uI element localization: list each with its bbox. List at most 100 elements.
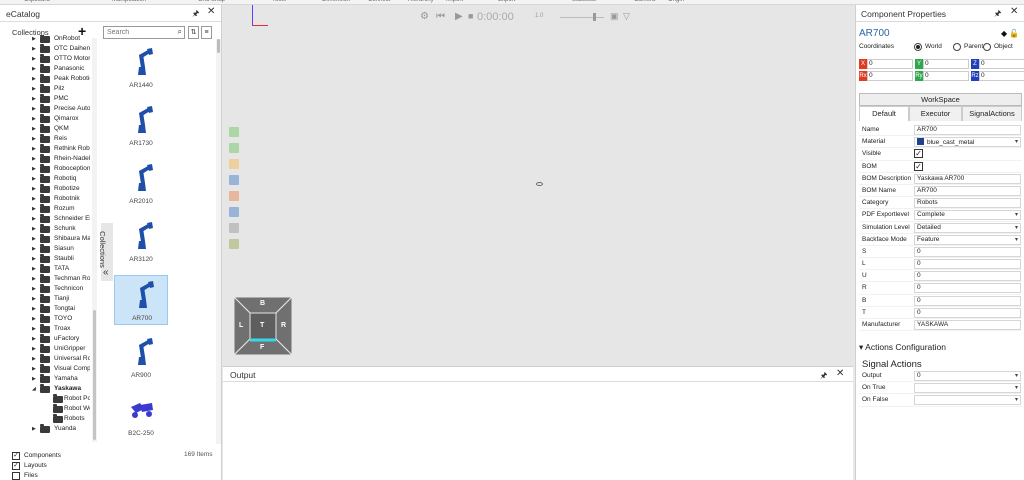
tree-item[interactable]: ▶ Precise Automation [0,104,92,115]
tree-item[interactable]: ▶ Robotize [0,184,92,195]
coord-field-rz[interactable]: Rz 0 [971,71,1024,81]
tree-item[interactable]: ▶ Siasun [0,244,92,255]
collapsed-arrow-icon[interactable]: ▶ [32,186,36,192]
collapsed-arrow-icon[interactable]: ▶ [32,36,36,42]
pin-icon[interactable]: 🖈 [994,8,1001,22]
property-value[interactable]: 0 [914,295,1021,306]
collapsed-arrow-icon[interactable]: ▶ [32,306,36,312]
property-value[interactable]: AR700 [914,125,1021,135]
property-value[interactable]: YASKAWA [914,320,1021,330]
collapsed-arrow-icon[interactable]: ▶ [32,66,36,72]
close-icon[interactable]: ✕ [1010,6,1018,17]
tree-item[interactable]: ▶ uFactory [0,334,92,345]
radio-button[interactable] [953,43,961,51]
collapsed-arrow-icon[interactable]: ▶ [32,206,36,212]
property-value[interactable]: Yaskawa AR700 [914,173,1021,184]
coord-field-ry[interactable]: Ry 0 [915,71,970,81]
property-value[interactable]: 0 [914,283,1021,294]
tree-item[interactable]: ▶ Schneider Electric [0,214,92,225]
property-value[interactable]: 0 [914,246,1021,257]
coord-value[interactable]: 0 [979,71,1024,81]
navcube-face-top[interactable]: B [260,300,265,307]
property-checkbox[interactable]: ✓ [914,149,923,159]
collapsed-arrow-icon[interactable]: ▶ [32,86,36,92]
coord-field-y[interactable]: Y0 [915,59,970,69]
speed-slider[interactable] [560,17,604,18]
radio-button[interactable] [914,43,922,51]
property-dropdown[interactable]: Feature ▾ [914,234,1021,245]
tree-item[interactable]: ▶ Peak Robotics [0,74,92,85]
tab-signalactions[interactable]: SignalActions [962,106,1022,121]
tree-item[interactable]: ▶ Technicon [0,284,92,295]
settings-gear-icon[interactable]: ⚙ [420,11,429,22]
collapsed-arrow-icon[interactable]: ▶ [32,366,36,372]
chevron-down-icon[interactable]: ▾ [1015,372,1018,380]
catalog-item[interactable]: B2C-250 [114,391,168,441]
property-checkbox[interactable]: ✓ [914,161,923,171]
filter-checkbox[interactable]: ✓ [12,462,20,470]
catalog-item[interactable]: AR2010 [114,159,168,209]
actions-configuration-header[interactable]: ▾ Actions Configuration [859,342,946,353]
filter-checkbox[interactable] [12,472,20,480]
reset-button-icon[interactable]: ⏮ [436,11,445,22]
tree-item[interactable]: ▶ Troax [0,324,92,335]
tree-item[interactable]: ▶ Shibaura Machine [0,234,92,245]
property-value[interactable]: Robots [914,198,1021,209]
tree-item[interactable]: ▶ Yamaha [0,374,92,385]
tree-scroll-thumb[interactable] [93,310,96,440]
collapsed-arrow-icon[interactable]: ▶ [32,96,36,102]
projection-icon[interactable] [229,175,239,185]
measure-icon[interactable] [229,223,239,233]
3d-viewport[interactable]: ⚙ ⏮ ▶ ■ 0:00:00 1.0 ▣ ▽ B L T R F [223,5,853,366]
property-value[interactable]: blue_cast_metal ▾ [914,137,1021,148]
tree-item[interactable]: ▶ Rethink Robotics [0,144,92,155]
tree-item[interactable]: ▶ Robotiq [0,174,92,185]
navcube-face-left[interactable]: L [239,322,243,329]
workspace-button[interactable]: WorkSpace [859,93,1022,106]
close-icon[interactable]: ✕ [836,368,844,379]
collapsed-arrow-icon[interactable]: ▶ [32,426,36,432]
sort-icon[interactable]: ⇅ [188,26,199,39]
tree-item[interactable]: ▶ Tianji [0,294,92,305]
tree-item[interactable]: ▶ UniGripper [0,344,92,355]
property-value[interactable]: 0 [914,307,1021,318]
tree-item[interactable]: ▶ Rhein-Nadel [0,154,92,165]
collapsed-arrow-icon[interactable]: ▶ [32,276,36,282]
pin-icon[interactable]: 🖈 [820,370,827,384]
tree-item[interactable]: ▶ QKM [0,124,92,135]
collapsed-arrow-icon[interactable]: ▶ [32,216,36,222]
property-dropdown[interactable]: Detailed ▾ [914,222,1021,233]
tree-item[interactable]: ▶ Techman Robot [0,274,92,285]
catalog-item[interactable]: AR3120 [114,217,168,267]
collapsed-arrow-icon[interactable]: ▶ [32,136,36,142]
tree-item[interactable]: Robot Positioners [0,394,92,405]
tree-item[interactable]: ▶ PMC [0,94,92,105]
tree-item[interactable]: ◢ Yaskawa [0,384,92,395]
items-scroll-thumb[interactable] [217,39,220,53]
property-dropdown[interactable]: Complete ▾ [914,210,1021,221]
lock-icon[interactable]: 🔓 [1009,29,1019,38]
expanded-arrow-icon[interactable]: ◢ [32,386,36,392]
chevron-down-icon[interactable]: ▾ [1015,138,1018,146]
catalog-item[interactable]: AR700 [114,275,168,325]
speed-slider-knob[interactable] [593,13,596,21]
layers-icon[interactable] [229,239,239,249]
tree-item[interactable]: ▶ Tongtai [0,304,92,315]
collapsed-arrow-icon[interactable]: ▶ [32,196,36,202]
chevron-down-icon[interactable]: ▾ [1015,211,1018,219]
collapsed-arrow-icon[interactable]: ▶ [32,346,36,352]
tree-item[interactable]: ▶ Reis [0,134,92,145]
coord-field-x[interactable]: X0 [859,59,914,69]
tree-item[interactable]: Robot Workcells [0,404,92,415]
chevron-down-icon[interactable]: ▾ [1015,384,1018,392]
snap-icon[interactable] [229,207,239,217]
collapsed-arrow-icon[interactable]: ▶ [32,376,36,382]
collapsed-arrow-icon[interactable]: ▶ [32,156,36,162]
navcube-face-bottom[interactable]: F [260,344,264,351]
tree-item[interactable]: ▶ Rozum [0,204,92,215]
pin-icon[interactable]: 🖈 [192,8,199,22]
tree-item[interactable]: ▶ OTTO Motors [0,54,92,65]
selection-icon[interactable] [229,159,239,169]
radio-button[interactable] [983,43,991,51]
collapsed-arrow-icon[interactable]: ▶ [32,146,36,152]
